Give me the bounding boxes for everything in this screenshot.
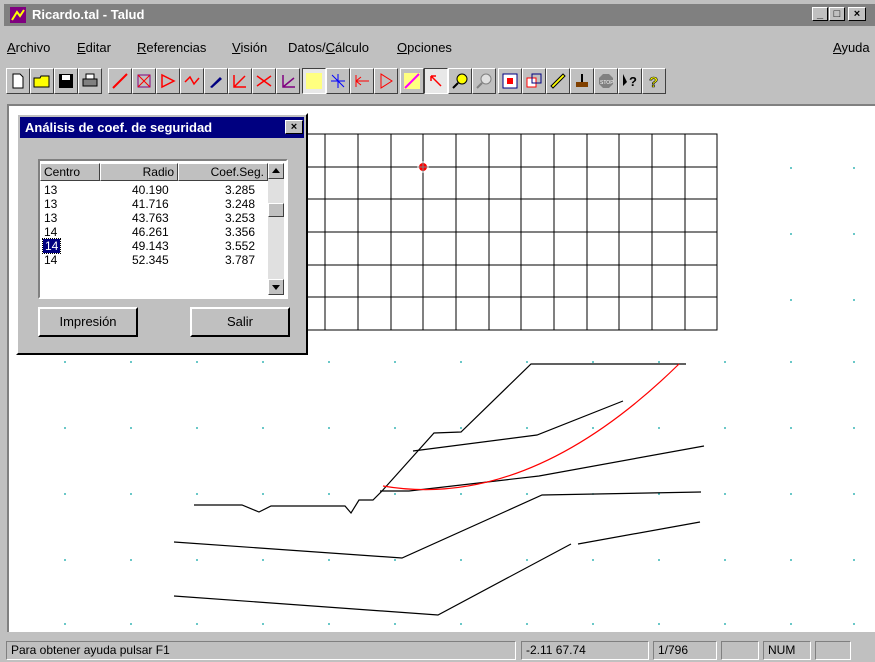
question-icon[interactable]: ? [642, 68, 666, 94]
status-empty [721, 641, 759, 660]
list-item[interactable]: 14 46.261 3.356 [42, 225, 268, 239]
window-title: Ricardo.tal - Talud [32, 7, 145, 22]
menu-archivo[interactable]: Archivo [7, 40, 50, 55]
centres-grid [259, 133, 718, 331]
scroll-down-icon[interactable] [268, 279, 284, 295]
safety-factor-dialog: Análisis de coef. de seguridad × Centro … [16, 113, 308, 355]
svg-text:STOP: STOP [600, 80, 614, 86]
cross-icon[interactable] [252, 68, 276, 94]
svg-text:?: ? [649, 74, 658, 90]
scroll-thumb[interactable] [268, 203, 284, 217]
menu-datos-calculo[interactable]: Datos/Cálculo [288, 40, 369, 55]
print-icon[interactable] [78, 68, 102, 94]
list-item[interactable]: 13 43.763 3.253 [42, 211, 268, 225]
dialog-title: Análisis de coef. de seguridad [25, 120, 213, 135]
left-arrow-icon[interactable] [350, 68, 374, 94]
save-icon[interactable] [54, 68, 78, 94]
ruler-icon[interactable] [546, 68, 570, 94]
menu-bar: Archivo Editar Referencias Visión Datos/… [4, 37, 875, 57]
status-coordinates: -2.11 67.74 [521, 641, 649, 660]
polygon-icon[interactable] [156, 68, 180, 94]
crosshair-icon[interactable] [326, 68, 350, 94]
diag-icon[interactable] [400, 68, 424, 94]
grid-icon[interactable] [302, 68, 326, 94]
list-item[interactable]: 14 52.345 3.787 [42, 253, 268, 267]
zoom-out-icon[interactable] [472, 68, 496, 94]
print-button[interactable]: Impresión [38, 307, 138, 337]
menu-ayuda[interactable]: Ayuda [833, 40, 870, 55]
menu-vision[interactable]: Visión [232, 40, 267, 55]
status-empty-2 [815, 641, 851, 660]
toolbar: STOP ? ? [4, 64, 875, 100]
zoom-in-icon[interactable] [448, 68, 472, 94]
open-icon[interactable] [30, 68, 54, 94]
column-header-coef[interactable]: Coef.Seg. [178, 163, 268, 181]
line-icon[interactable] [108, 68, 132, 94]
window-titlebar: Ricardo.tal - Talud _ □ × [4, 4, 875, 26]
stop-icon[interactable]: STOP [594, 68, 618, 94]
menu-referencias[interactable]: Referencias [137, 40, 206, 55]
exit-button[interactable]: Salir [190, 307, 290, 337]
frame-icon[interactable] [498, 68, 522, 94]
column-header-radio[interactable]: Radio [100, 163, 178, 181]
list-item[interactable]: 13 41.716 3.248 [42, 197, 268, 211]
node-icon[interactable] [132, 68, 156, 94]
failure-circle-arc [382, 363, 680, 491]
status-count: 1/796 [653, 641, 717, 660]
minimize-button[interactable]: _ [812, 7, 828, 21]
list-scrollbar[interactable] [268, 163, 284, 295]
scroll-up-icon[interactable] [268, 163, 284, 179]
corner-icon[interactable] [228, 68, 252, 94]
new-icon[interactable] [6, 68, 30, 94]
close-button[interactable]: × [848, 7, 866, 21]
pointer-icon[interactable] [424, 68, 448, 94]
arrow-icon[interactable] [276, 68, 300, 94]
menu-opciones[interactable]: Opciones [397, 40, 452, 55]
right-arrow-icon[interactable] [374, 68, 398, 94]
svg-text:?: ? [629, 74, 637, 89]
list-item[interactable]: 13 40.190 3.285 [42, 183, 268, 197]
dialog-close-button[interactable]: × [285, 120, 303, 134]
window-icon[interactable] [522, 68, 546, 94]
pencil-icon[interactable] [204, 68, 228, 94]
menu-editar[interactable]: Editar [77, 40, 111, 55]
list-item-selected[interactable]: 14 49.143 3.552 [41, 238, 268, 254]
status-bar: Para obtener ayuda pulsar F1 -2.11 67.74… [4, 639, 875, 662]
app-icon [10, 7, 26, 23]
move-icon[interactable] [180, 68, 204, 94]
results-listbox[interactable]: Centro Radio Coef.Seg. 13 40.190 3.285 13 4… [38, 159, 288, 299]
dialog-titlebar: Análisis de coef. de seguridad × [20, 117, 304, 138]
column-header-centro[interactable]: Centro [40, 163, 100, 181]
status-num: NUM [763, 641, 811, 660]
brush-icon[interactable] [570, 68, 594, 94]
status-help-text: Para obtener ayuda pulsar F1 [6, 641, 516, 660]
maximize-button[interactable]: □ [829, 7, 845, 21]
help-pointer-icon[interactable]: ? [618, 68, 642, 94]
